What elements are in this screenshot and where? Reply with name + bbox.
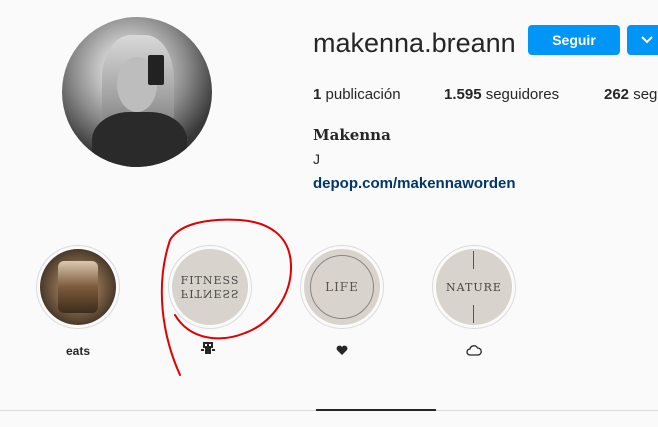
profile-username: makenna.breann (313, 28, 516, 58)
highlight-cover-photo (40, 249, 116, 325)
avatar-phone (148, 55, 164, 85)
following-label: seg (633, 86, 658, 103)
avatar-body (92, 112, 187, 167)
highlight-ring: LIFE (300, 245, 384, 329)
nature-line-top (473, 251, 474, 269)
followers-stat[interactable]: 1.595 seguidores (444, 86, 559, 103)
profile-bio: J (313, 151, 320, 167)
following-stat[interactable]: 262 seg (604, 86, 657, 103)
tab-active-indicator[interactable] (316, 409, 436, 411)
posts-count: 1 (313, 86, 322, 103)
cloud-icon (466, 343, 482, 361)
chevron-down-icon (641, 36, 653, 44)
highlight-cover-nature: NATURE (436, 249, 512, 325)
following-count: 262 (604, 86, 630, 103)
drink-glass (58, 261, 98, 313)
nature-text: NATURE (446, 280, 502, 294)
highlight-cover-life: LIFE (304, 249, 380, 325)
annotation-circle (160, 218, 293, 376)
profile-website-link[interactable]: depop.com/makennaworden (313, 175, 516, 192)
posts-label: publicación (325, 86, 401, 103)
heart-icon (336, 343, 348, 361)
highlight-ring: NATURE (432, 245, 516, 329)
nature-line-bottom (473, 305, 474, 323)
follow-button[interactable]: Seguir (528, 25, 620, 55)
posts-stat: 1 publicación (313, 86, 401, 103)
highlight-life[interactable]: LIFE (300, 245, 384, 329)
profile-avatar[interactable] (62, 17, 212, 167)
life-circle (310, 255, 374, 319)
highlight-eats[interactable] (36, 245, 120, 329)
followers-count: 1.595 (444, 86, 482, 103)
followers-label: seguidores (485, 86, 560, 103)
suggested-dropdown-button[interactable] (627, 25, 658, 55)
highlight-label-eats: eats (65, 344, 91, 358)
highlight-nature[interactable]: NATURE (432, 245, 516, 329)
profile-full-name: Makenna (313, 126, 391, 144)
highlight-ring (36, 245, 120, 329)
